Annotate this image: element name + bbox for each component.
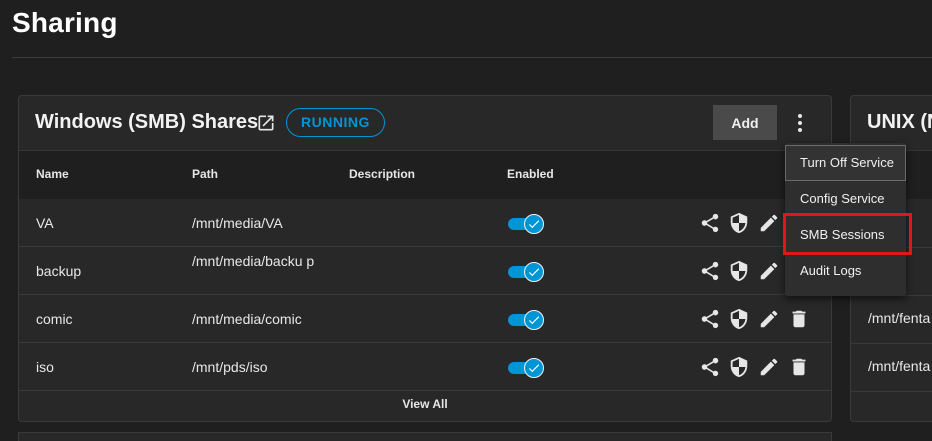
column-header-description: Description	[349, 167, 416, 181]
row-actions	[699, 308, 809, 330]
table-row: VA /mnt/media/VA	[19, 199, 831, 247]
edit-pencil-icon[interactable]	[758, 356, 780, 378]
smb-shares-card: Windows (SMB) Shares RUNNING Add Name Pa…	[18, 95, 832, 422]
page-title: Sharing	[12, 7, 118, 38]
column-header-enabled: Enabled	[507, 167, 554, 181]
security-shield-icon[interactable]	[728, 308, 750, 330]
row-actions	[699, 356, 809, 378]
share-name: VA	[36, 215, 54, 231]
share-name: backup	[36, 263, 82, 279]
status-badge: RUNNING	[286, 108, 385, 137]
nfs-share-path: /mnt/fenta	[868, 358, 931, 374]
security-shield-icon[interactable]	[728, 260, 750, 282]
share-name: iso	[36, 359, 54, 375]
enabled-toggle[interactable]	[508, 262, 544, 282]
share-icon[interactable]	[699, 308, 721, 330]
share-path: /mnt/media/comic	[192, 311, 302, 327]
delete-trash-icon[interactable]	[788, 308, 810, 330]
menu-item-turn-off-service[interactable]: Turn Off Service	[785, 145, 906, 181]
share-path: /mnt/media/VA	[192, 215, 283, 231]
edit-pencil-icon[interactable]	[758, 308, 780, 330]
security-shield-icon[interactable]	[728, 212, 750, 234]
row-divider	[851, 343, 932, 344]
share-path: /mnt/media/backu p	[192, 253, 315, 269]
menu-item-audit-logs[interactable]: Audit Logs	[785, 253, 906, 289]
table-row: backup /mnt/media/backu p	[19, 247, 831, 295]
column-header-name: Name	[36, 167, 69, 181]
share-path: /mnt/pds/iso	[192, 359, 268, 375]
column-header-path: Path	[192, 167, 219, 181]
next-card-edge	[18, 432, 832, 441]
add-button[interactable]: Add	[713, 105, 777, 140]
menu-item-config-service[interactable]: Config Service	[785, 181, 906, 217]
share-icon[interactable]	[699, 260, 721, 282]
table-row: iso /mnt/pds/iso	[19, 343, 831, 391]
enabled-toggle[interactable]	[508, 310, 544, 330]
edit-pencil-icon[interactable]	[758, 212, 780, 234]
share-name: comic	[36, 311, 73, 327]
delete-trash-icon[interactable]	[788, 356, 810, 378]
table-header: Name Path Description Enabled	[19, 150, 831, 199]
highlight-annotation	[783, 213, 912, 255]
edit-pencil-icon[interactable]	[758, 260, 780, 282]
title-divider	[12, 57, 932, 58]
open-in-new-icon[interactable]	[256, 113, 276, 133]
row-divider	[851, 391, 932, 392]
more-options-icon[interactable]	[787, 108, 811, 138]
nfs-share-path: /mnt/fenta	[868, 310, 931, 326]
view-all-link[interactable]: View All	[19, 397, 831, 419]
share-icon[interactable]	[699, 356, 721, 378]
security-shield-icon[interactable]	[728, 356, 750, 378]
nfs-card-title: UNIX (N	[867, 111, 932, 133]
smb-card-header: Windows (SMB) Shares RUNNING Add	[19, 96, 831, 150]
enabled-toggle[interactable]	[508, 214, 544, 234]
share-icon[interactable]	[699, 212, 721, 234]
enabled-toggle[interactable]	[508, 358, 544, 378]
smb-card-title: Windows (SMB) Shares	[35, 111, 259, 133]
table-row: comic /mnt/media/comic	[19, 295, 831, 343]
